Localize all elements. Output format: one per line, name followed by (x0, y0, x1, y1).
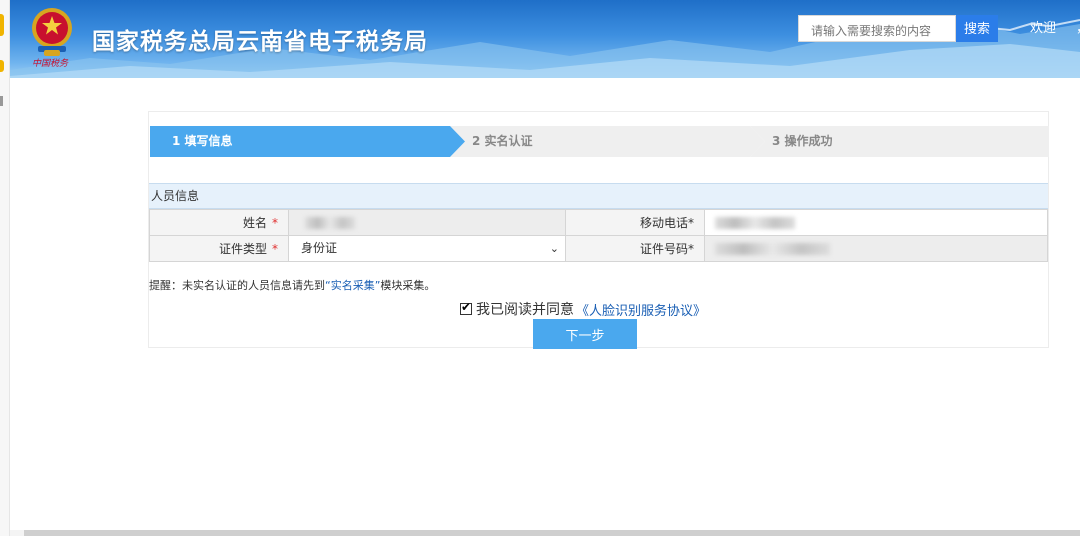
agreement-text: 我已阅读并同意 (476, 302, 574, 318)
id-number-label-cell: 证件号码* (565, 235, 705, 262)
person-info-table: 姓名 * 移动电话* 证件类型 * 身份证 ⌄ 证件号码* (149, 209, 1048, 262)
site-title: 国家税务总局云南省电子税务局 (92, 29, 428, 55)
hint-text: 提醒：未实名认证的人员信息请先到“实名采集”模块采集。 (149, 277, 435, 293)
tax-emblem-icon (32, 8, 72, 56)
phone-label: 移动电话 (639, 216, 688, 230)
left-edge-marker (0, 96, 3, 106)
required-mark: * (688, 216, 694, 230)
welcome-text: 欢迎 (1030, 21, 1057, 36)
redacted-phone (715, 217, 795, 229)
phone-field[interactable] (704, 209, 1048, 236)
id-type-value: 身份证 (301, 241, 338, 255)
redacted-id-number (715, 243, 830, 255)
left-edge-strip (0, 0, 10, 536)
agreement-row: 我已阅读并同意 《人脸识别服务协议》 (460, 299, 706, 319)
main-content: 1 填写信息 2 实名认证 3 操作成功 人员信息 姓名 * 移动电话* 证件类型… (10, 78, 1080, 530)
id-type-cell: 身份证 ⌄ (288, 235, 566, 262)
redacted-name (305, 217, 355, 229)
welcome-separator: ， (1076, 17, 1080, 36)
step-real-name-auth: 2 实名认证 (450, 126, 765, 157)
id-type-label-cell: 证件类型 * (149, 235, 289, 262)
chevron-down-icon: ⌄ (549, 242, 559, 255)
required-mark: * (272, 242, 278, 256)
real-name-collection-link[interactable]: “实名采集” (325, 279, 380, 292)
section-title: 人员信息 (149, 183, 1048, 209)
search-input[interactable]: 请输入需要搜索的内容 (798, 15, 956, 42)
step-success: 3 操作成功 (750, 126, 1049, 157)
next-step-button[interactable]: 下一步 (533, 319, 637, 349)
name-field[interactable] (288, 209, 566, 236)
name-label: 姓名 (242, 216, 267, 230)
hint-prefix: 提醒：未实名认证的人员信息请先到 (149, 279, 325, 292)
site-header: 中国税务 国家税务总局云南省电子税务局 请输入需要搜索的内容 搜索 欢迎 ， (10, 0, 1080, 78)
id-number-label: 证件号码 (639, 242, 688, 256)
agreement-checkbox[interactable] (460, 300, 472, 315)
search-button[interactable]: 搜索 (956, 15, 998, 42)
registration-panel: 1 填写信息 2 实名认证 3 操作成功 人员信息 姓名 * 移动电话* 证件类型… (148, 111, 1049, 349)
id-type-label: 证件类型 (218, 242, 267, 256)
id-number-field[interactable] (704, 235, 1048, 262)
required-mark: * (272, 216, 278, 230)
step-progress: 1 填写信息 2 实名认证 3 操作成功 (150, 126, 1049, 157)
face-recognition-agreement-link[interactable]: 《人脸识别服务协议》 (576, 300, 706, 319)
bottom-scrollbar[interactable] (24, 530, 1080, 536)
emblem-caption: 中国税务 (32, 59, 69, 69)
required-mark: * (688, 242, 694, 256)
left-edge-marker (0, 60, 4, 72)
phone-label-cell: 移动电话* (565, 209, 705, 236)
table-row: 姓名 * 移动电话* (149, 209, 1048, 236)
left-edge-marker (0, 14, 4, 36)
hint-suffix: 模块采集。 (380, 279, 436, 292)
id-type-select[interactable]: 身份证 ⌄ (289, 236, 565, 261)
step-fill-info: 1 填写信息 (150, 126, 465, 157)
table-row: 证件类型 * 身份证 ⌄ 证件号码* (149, 235, 1048, 262)
name-label-cell: 姓名 * (149, 209, 289, 236)
